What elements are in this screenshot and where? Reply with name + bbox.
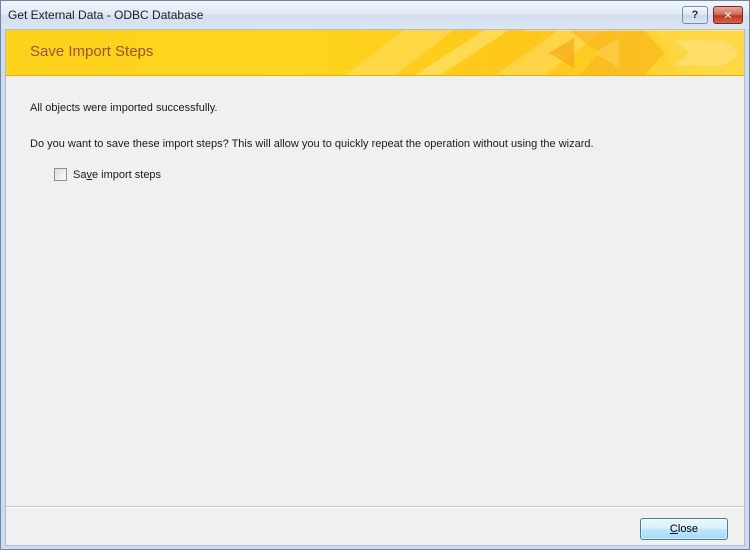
- close-button-label: Close: [669, 523, 699, 535]
- window-title: Get External Data - ODBC Database: [8, 8, 204, 22]
- title-bar[interactable]: Get External Data - ODBC Database ? ✕: [1, 1, 749, 29]
- banner-decoration: [345, 30, 744, 75]
- wizard-banner: Save Import Steps: [6, 30, 744, 76]
- save-import-steps-checkbox[interactable]: [54, 168, 67, 181]
- save-import-steps-option[interactable]: Save import steps: [54, 168, 161, 181]
- close-icon: ✕: [723, 9, 733, 22]
- save-import-steps-label[interactable]: Save import steps: [73, 169, 161, 181]
- help-button[interactable]: ?: [682, 6, 708, 24]
- save-steps-question: Do you want to save these import steps? …: [30, 138, 594, 150]
- dialog-window: Get External Data - ODBC Database ? ✕ Sa…: [0, 0, 750, 550]
- footer-divider: [6, 506, 744, 508]
- help-icon: ?: [691, 9, 699, 21]
- close-button[interactable]: Close: [640, 518, 728, 540]
- window-close-button[interactable]: ✕: [713, 6, 743, 24]
- dialog-client-area: Save Import Steps All objects were impor…: [5, 29, 745, 546]
- banner-title: Save Import Steps: [30, 43, 154, 60]
- success-message: All objects were imported successfully.: [30, 102, 218, 114]
